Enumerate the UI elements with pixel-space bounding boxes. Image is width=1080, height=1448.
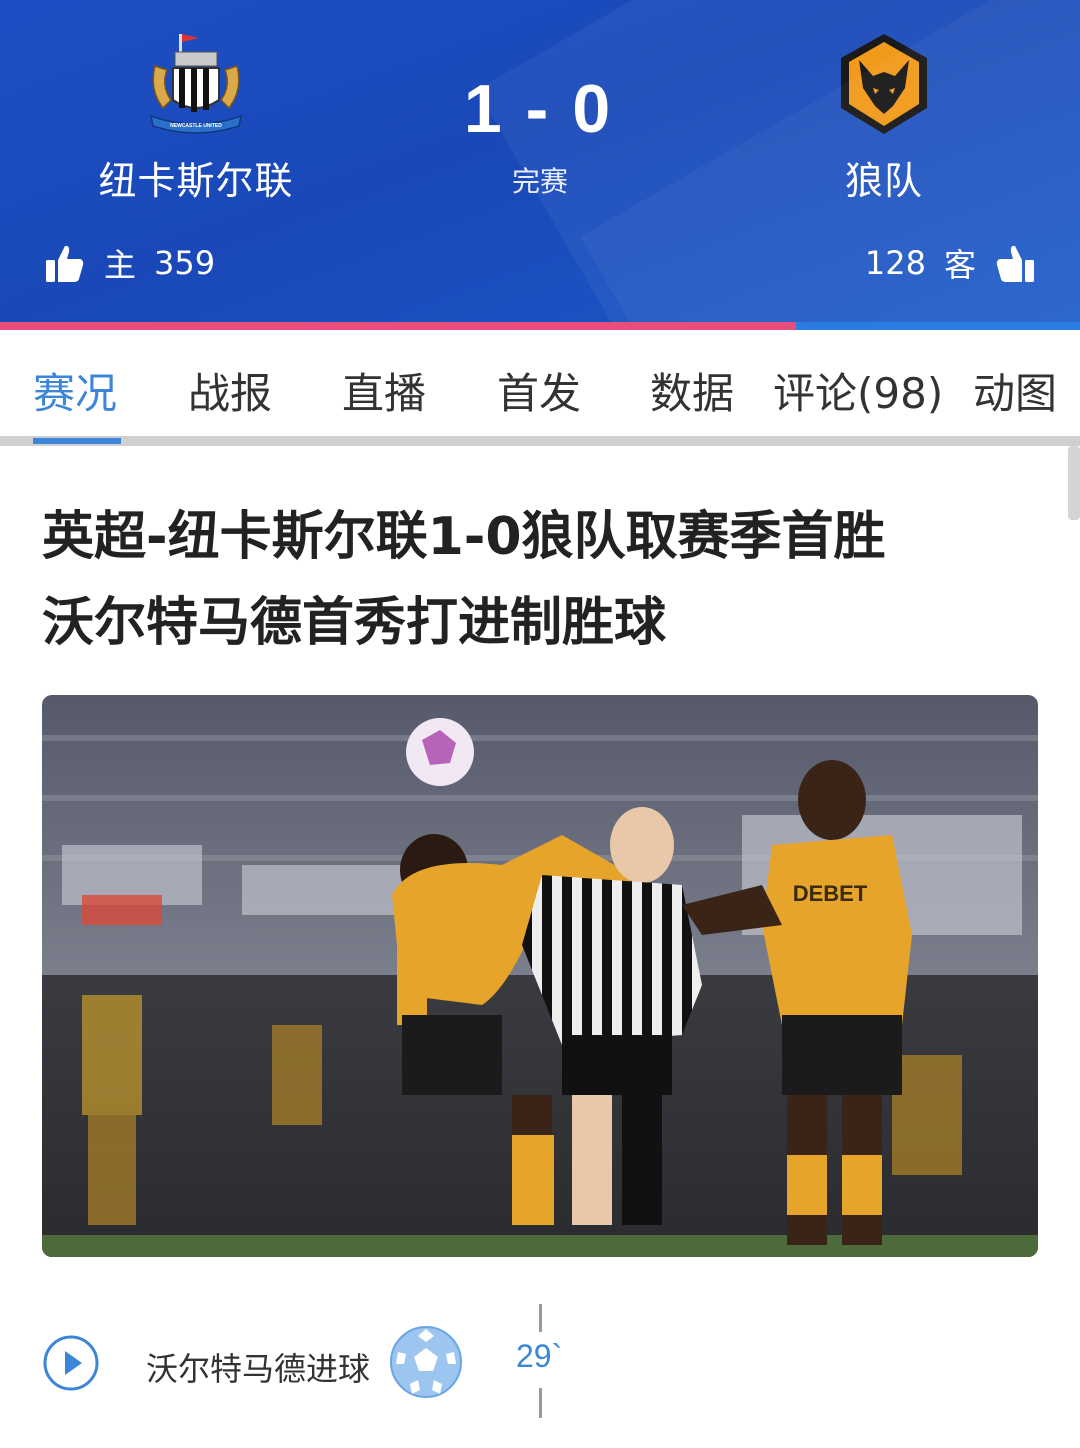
match-status: 完赛 bbox=[511, 165, 568, 198]
score: 1-0 bbox=[390, 70, 690, 148]
play-icon[interactable] bbox=[42, 1334, 100, 1392]
away-like-ratio bbox=[795, 322, 1080, 330]
article-headline: 英超-纽卡斯尔联1-0狼队取赛季首胜 沃尔特马德首秀打进制胜球 bbox=[42, 494, 1032, 666]
tab-report[interactable]: 战报 bbox=[188, 360, 272, 421]
away-score: 0 bbox=[572, 71, 617, 147]
home-score: 1 bbox=[463, 71, 508, 147]
thumbs-up-icon bbox=[996, 245, 1034, 282]
newcastle-crest-text: NEWCASTLE UNITED bbox=[170, 123, 222, 129]
tab-bar: 赛况 战报 直播 首发 数据 评论(98) 动图 bbox=[0, 330, 1080, 446]
home-like-button[interactable]: 主 359 bbox=[44, 240, 215, 286]
tab-lineup[interactable]: 首发 bbox=[497, 360, 581, 421]
match-header: NEWCASTLE UNITED 纽卡斯尔联 1-0 完赛 狼队 主 359 1… bbox=[0, 0, 1080, 322]
scrollbar[interactable] bbox=[1068, 446, 1080, 520]
away-like-button[interactable]: 128 客 bbox=[865, 240, 1036, 286]
headline-line-2: 沃尔特马德首秀打进制胜球 bbox=[42, 593, 667, 653]
away-like-count: 128 bbox=[864, 244, 926, 282]
newcastle-crest-icon: NEWCASTLE UNITED bbox=[150, 34, 242, 134]
home-team-name: 纽卡斯尔联 bbox=[98, 159, 294, 203]
tab-match-status[interactable]: 赛况 bbox=[33, 360, 117, 421]
score-separator: - bbox=[525, 71, 555, 147]
score-box: 1-0 完赛 bbox=[390, 70, 690, 200]
away-like-label: 客 bbox=[943, 246, 976, 284]
timeline-event[interactable]: 沃尔特马德进球 29` bbox=[0, 1300, 1080, 1448]
match-photo-image: DEBET bbox=[42, 695, 1038, 1257]
timeline-line-bottom bbox=[539, 1388, 542, 1418]
event-minute: 29` bbox=[516, 1338, 563, 1374]
photo-sponsor-text: DEBET bbox=[793, 881, 868, 906]
headline-line-1: 英超-纽卡斯尔联1-0狼队取赛季首胜 bbox=[42, 507, 886, 567]
home-like-label: 主 bbox=[104, 246, 137, 284]
active-tab-indicator bbox=[33, 438, 121, 444]
like-ratio-bar bbox=[0, 322, 1080, 330]
wolves-crest-icon bbox=[841, 34, 927, 134]
thumbs-up-icon bbox=[46, 245, 84, 282]
soccer-ball-icon bbox=[390, 1326, 462, 1398]
home-team[interactable]: NEWCASTLE UNITED 纽卡斯尔联 bbox=[66, 30, 326, 205]
tab-comments[interactable]: 评论(98) bbox=[773, 360, 943, 421]
timeline-line-top bbox=[539, 1304, 542, 1332]
match-photo[interactable]: DEBET bbox=[42, 695, 1038, 1257]
away-team[interactable]: 狼队 bbox=[754, 30, 1014, 205]
tab-live[interactable]: 直播 bbox=[342, 360, 426, 421]
event-label: 沃尔特马德进球 bbox=[146, 1350, 371, 1388]
home-like-ratio bbox=[0, 322, 796, 330]
home-like-count: 359 bbox=[154, 244, 216, 282]
away-team-name: 狼队 bbox=[844, 159, 923, 203]
tab-gifs[interactable]: 动图 bbox=[973, 360, 1057, 421]
tab-stats[interactable]: 数据 bbox=[650, 360, 734, 421]
